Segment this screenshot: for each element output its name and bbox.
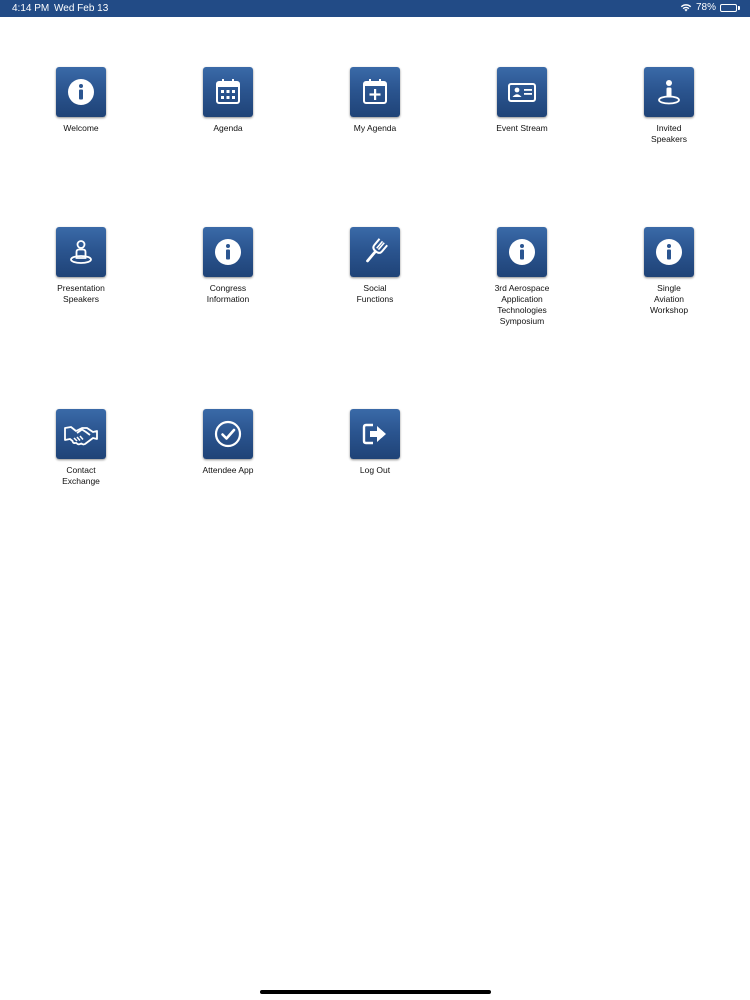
info-icon	[56, 67, 106, 117]
presenter-icon	[56, 227, 106, 277]
tile-label: Presentation Speakers	[57, 283, 105, 304]
tile-label: Welcome	[63, 123, 99, 133]
status-time: 4:14 PM	[12, 3, 50, 14]
tile-label: Attendee App	[202, 465, 254, 475]
status-bar: 4:14 PM Wed Feb 13 78%	[0, 0, 750, 17]
tile-social-functions[interactable]: Social Functions	[325, 227, 425, 305]
info-icon	[497, 227, 547, 277]
tile-label: Event Stream	[496, 123, 548, 133]
battery-percent: 78%	[695, 2, 716, 13]
id-card-icon	[497, 67, 547, 117]
battery-icon	[720, 3, 740, 12]
handshake-icon	[56, 409, 106, 459]
tile-agenda[interactable]: Agenda	[178, 67, 278, 134]
tile-label: Contact Exchange	[62, 465, 100, 486]
tile-congress-information[interactable]: Congress Information	[178, 227, 278, 305]
tile-label: 3rd Aerospace Application Technologies S…	[494, 283, 550, 326]
tile-label: Congress Information	[206, 283, 250, 304]
tile-label: Log Out	[359, 465, 391, 475]
tile-attendee-app[interactable]: Attendee App	[178, 409, 278, 476]
calendar-add-icon	[350, 67, 400, 117]
tile-contact-exchange[interactable]: Contact Exchange	[31, 409, 131, 487]
tile-event-stream[interactable]: Event Stream	[472, 67, 572, 134]
tile-aerospace-symposium[interactable]: 3rd Aerospace Application Technologies S…	[472, 227, 572, 327]
tile-single-aviation-workshop[interactable]: Single Aviation Workshop	[619, 227, 719, 316]
calendar-icon	[203, 67, 253, 117]
info-icon	[203, 227, 253, 277]
tile-log-out[interactable]: Log Out	[325, 409, 425, 476]
logout-icon	[350, 409, 400, 459]
tile-label: Agenda	[213, 123, 243, 133]
tile-welcome[interactable]: Welcome	[31, 67, 131, 134]
home-indicator[interactable]	[260, 990, 491, 994]
status-date: Wed Feb 13	[54, 3, 109, 14]
tile-label: Single Aviation Workshop	[649, 283, 689, 315]
tile-invited-speakers[interactable]: Invited Speakers	[619, 67, 719, 145]
fork-icon	[350, 227, 400, 277]
tile-my-agenda[interactable]: My Agenda	[325, 67, 425, 134]
wifi-icon	[680, 3, 692, 12]
checkmark-circle-icon	[203, 409, 253, 459]
tile-label: My Agenda	[353, 123, 397, 133]
tile-label: Social Functions	[356, 283, 394, 304]
speaker-icon	[644, 67, 694, 117]
info-icon	[644, 227, 694, 277]
tile-label: Invited Speakers	[651, 123, 687, 144]
tile-presentation-speakers[interactable]: Presentation Speakers	[31, 227, 131, 305]
